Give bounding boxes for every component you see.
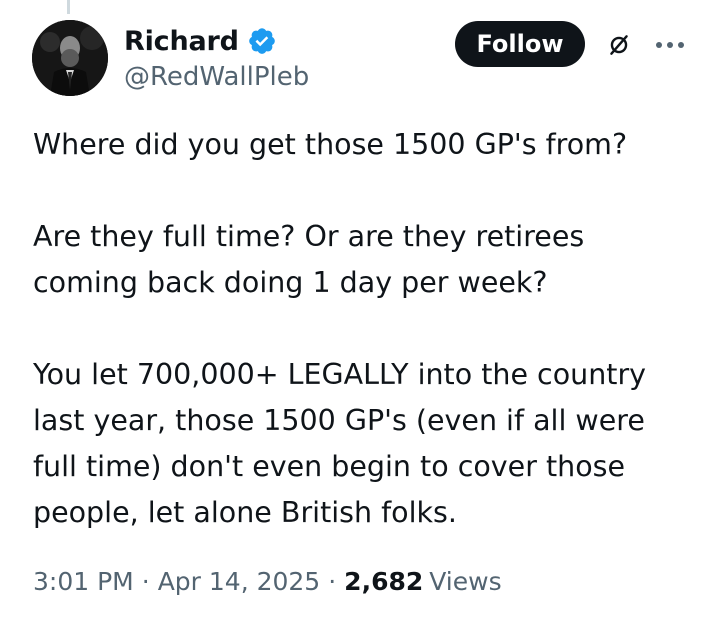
tweet-paragraph: Are they full time? Or are they retirees… bbox=[33, 220, 585, 299]
tweet-paragraph: Where did you get those 1500 GP's from? bbox=[33, 128, 628, 161]
views-label: Views bbox=[429, 567, 502, 596]
verified-badge-icon bbox=[248, 28, 275, 54]
author-handle[interactable]: @RedWallPleb bbox=[124, 62, 309, 92]
profile-avatar[interactable] bbox=[32, 20, 108, 96]
author-block: Richard @RedWallPleb bbox=[124, 22, 309, 93]
tweet-card: Richard @RedWallPleb Follow Where did yo… bbox=[0, 0, 720, 623]
follow-button[interactable]: Follow bbox=[455, 21, 585, 67]
avatar-image bbox=[32, 20, 108, 96]
views-count: 2,682 bbox=[344, 567, 424, 596]
thread-connector-line bbox=[67, 0, 70, 14]
author-display-name[interactable]: Richard bbox=[124, 26, 239, 57]
tweet-paragraph: You let 700,000+ LEGALLY into the countr… bbox=[33, 358, 647, 529]
tweet-metadata: 3:01 PM · Apr 14, 2025 · 2,682 Views bbox=[33, 567, 502, 596]
tweet-text: Where did you get those 1500 GP's from? … bbox=[33, 122, 693, 536]
separator-dot: · bbox=[141, 567, 150, 596]
separator-dot: · bbox=[328, 567, 337, 596]
author-name-row: Richard bbox=[124, 22, 309, 60]
tweet-timestamp[interactable]: 3:01 PM · Apr 14, 2025 bbox=[33, 567, 320, 596]
tweet-date: Apr 14, 2025 bbox=[157, 567, 321, 596]
more-options-icon[interactable] bbox=[653, 32, 687, 58]
grok-icon[interactable] bbox=[606, 32, 632, 58]
tweet-time: 3:01 PM bbox=[33, 567, 134, 596]
